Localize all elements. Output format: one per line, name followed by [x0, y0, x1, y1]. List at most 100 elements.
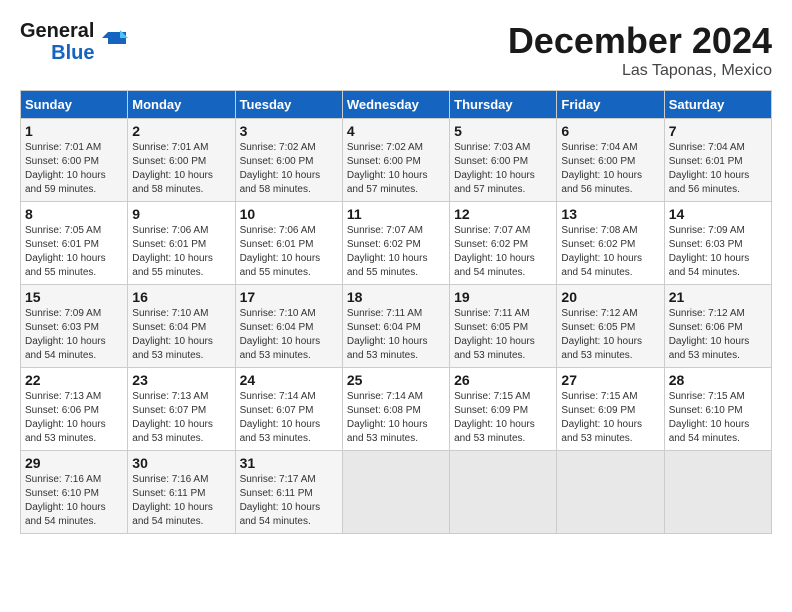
day-info: Sunrise: 7:15 AM Sunset: 6:09 PM Dayligh…: [454, 390, 552, 446]
month-title: December 2024: [508, 20, 772, 62]
day-info: Sunrise: 7:07 AM Sunset: 6:02 PM Dayligh…: [454, 224, 552, 280]
calendar-cell: 25 Sunrise: 7:14 AM Sunset: 6:08 PM Dayli…: [342, 368, 449, 451]
calendar-cell: 6Sunrise: 7:04 AM Sunset: 6:00 PM Daylig…: [557, 119, 664, 202]
calendar-cell: 27 Sunrise: 7:15 AM Sunset: 6:09 PM Dayli…: [557, 368, 664, 451]
day-number: 18: [347, 289, 445, 305]
location-title: Las Taponas, Mexico: [508, 62, 772, 80]
calendar-cell: [450, 451, 557, 534]
day-info: Sunrise: 7:10 AM Sunset: 6:04 PM Dayligh…: [240, 307, 338, 363]
day-info: Sunrise: 7:15 AM Sunset: 6:10 PM Dayligh…: [669, 390, 767, 446]
day-number: 22: [25, 372, 123, 388]
day-info: Sunrise: 7:17 AM Sunset: 6:11 PM Dayligh…: [240, 473, 338, 529]
day-info: Sunrise: 7:09 AM Sunset: 6:03 PM Dayligh…: [25, 307, 123, 363]
logo: General Blue: [20, 20, 128, 64]
title-area: December 2024 Las Taponas, Mexico: [508, 20, 772, 80]
day-number: 21: [669, 289, 767, 305]
day-info: Sunrise: 7:09 AM Sunset: 6:03 PM Dayligh…: [669, 224, 767, 280]
day-info: Sunrise: 7:14 AM Sunset: 6:08 PM Dayligh…: [347, 390, 445, 446]
day-number: 25: [347, 372, 445, 388]
logo-icon: [98, 28, 128, 56]
day-info: Sunrise: 7:03 AM Sunset: 6:00 PM Dayligh…: [454, 141, 552, 197]
logo-line1: General: [20, 20, 94, 42]
day-info: Sunrise: 7:02 AM Sunset: 6:00 PM Dayligh…: [347, 141, 445, 197]
day-number: 27: [561, 372, 659, 388]
day-number: 24: [240, 372, 338, 388]
calendar-cell: 18 Sunrise: 7:11 AM Sunset: 6:04 PM Dayli…: [342, 285, 449, 368]
calendar-cell: 11Sunrise: 7:07 AM Sunset: 6:02 PM Dayli…: [342, 202, 449, 285]
calendar-cell: 19 Sunrise: 7:11 AM Sunset: 6:05 PM Dayli…: [450, 285, 557, 368]
day-number: 7: [669, 123, 767, 139]
day-info: Sunrise: 7:01 AM Sunset: 6:00 PM Dayligh…: [25, 141, 123, 197]
calendar-cell: 14Sunrise: 7:09 AM Sunset: 6:03 PM Dayli…: [664, 202, 771, 285]
calendar-table: SundayMondayTuesdayWednesdayThursdayFrid…: [20, 90, 772, 534]
calendar-cell: 7 Sunrise: 7:04 AM Sunset: 6:01 PM Daylig…: [664, 119, 771, 202]
calendar-cell: 21 Sunrise: 7:12 AM Sunset: 6:06 PM Dayli…: [664, 285, 771, 368]
day-number: 3: [240, 123, 338, 139]
calendar-week-5: 29Sunrise: 7:16 AM Sunset: 6:10 PM Dayli…: [21, 451, 772, 534]
day-info: Sunrise: 7:16 AM Sunset: 6:10 PM Dayligh…: [25, 473, 123, 529]
calendar-cell: 5 Sunrise: 7:03 AM Sunset: 6:00 PM Daylig…: [450, 119, 557, 202]
calendar-cell: 8Sunrise: 7:05 AM Sunset: 6:01 PM Daylig…: [21, 202, 128, 285]
day-info: Sunrise: 7:06 AM Sunset: 6:01 PM Dayligh…: [240, 224, 338, 280]
day-number: 9: [132, 206, 230, 222]
calendar-cell: 1 Sunrise: 7:01 AM Sunset: 6:00 PM Daylig…: [21, 119, 128, 202]
day-number: 28: [669, 372, 767, 388]
day-info: Sunrise: 7:13 AM Sunset: 6:07 PM Dayligh…: [132, 390, 230, 446]
calendar-cell: [557, 451, 664, 534]
day-number: 1: [25, 123, 123, 139]
calendar-cell: [342, 451, 449, 534]
day-header-saturday: Saturday: [664, 91, 771, 119]
day-info: Sunrise: 7:07 AM Sunset: 6:02 PM Dayligh…: [347, 224, 445, 280]
day-number: 23: [132, 372, 230, 388]
day-info: Sunrise: 7:12 AM Sunset: 6:06 PM Dayligh…: [669, 307, 767, 363]
day-info: Sunrise: 7:06 AM Sunset: 6:01 PM Dayligh…: [132, 224, 230, 280]
day-number: 17: [240, 289, 338, 305]
calendar-cell: 30Sunrise: 7:16 AM Sunset: 6:11 PM Dayli…: [128, 451, 235, 534]
calendar-cell: 29Sunrise: 7:16 AM Sunset: 6:10 PM Dayli…: [21, 451, 128, 534]
day-number: 12: [454, 206, 552, 222]
day-number: 8: [25, 206, 123, 222]
calendar-cell: 23 Sunrise: 7:13 AM Sunset: 6:07 PM Dayli…: [128, 368, 235, 451]
day-number: 15: [25, 289, 123, 305]
calendar-week-4: 22 Sunrise: 7:13 AM Sunset: 6:06 PM Dayli…: [21, 368, 772, 451]
calendar-cell: 22 Sunrise: 7:13 AM Sunset: 6:06 PM Dayli…: [21, 368, 128, 451]
calendar-cell: 13 Sunrise: 7:08 AM Sunset: 6:02 PM Dayli…: [557, 202, 664, 285]
calendar-cell: 16 Sunrise: 7:10 AM Sunset: 6:04 PM Dayli…: [128, 285, 235, 368]
calendar-cell: 3 Sunrise: 7:02 AM Sunset: 6:00 PM Daylig…: [235, 119, 342, 202]
calendar-cell: 10 Sunrise: 7:06 AM Sunset: 6:01 PM Dayli…: [235, 202, 342, 285]
day-info: Sunrise: 7:11 AM Sunset: 6:05 PM Dayligh…: [454, 307, 552, 363]
calendar-cell: 28 Sunrise: 7:15 AM Sunset: 6:10 PM Dayli…: [664, 368, 771, 451]
calendar-week-1: 1 Sunrise: 7:01 AM Sunset: 6:00 PM Daylig…: [21, 119, 772, 202]
day-info: Sunrise: 7:14 AM Sunset: 6:07 PM Dayligh…: [240, 390, 338, 446]
calendar-cell: [664, 451, 771, 534]
day-info: Sunrise: 7:02 AM Sunset: 6:00 PM Dayligh…: [240, 141, 338, 197]
calendar-cell: 17 Sunrise: 7:10 AM Sunset: 6:04 PM Dayli…: [235, 285, 342, 368]
calendar-cell: 20Sunrise: 7:12 AM Sunset: 6:05 PM Dayli…: [557, 285, 664, 368]
day-info: Sunrise: 7:15 AM Sunset: 6:09 PM Dayligh…: [561, 390, 659, 446]
day-number: 10: [240, 206, 338, 222]
day-number: 13: [561, 206, 659, 222]
page-header: General Blue December 2024 Las Taponas, …: [20, 20, 772, 80]
day-header-tuesday: Tuesday: [235, 91, 342, 119]
day-info: Sunrise: 7:16 AM Sunset: 6:11 PM Dayligh…: [132, 473, 230, 529]
day-info: Sunrise: 7:08 AM Sunset: 6:02 PM Dayligh…: [561, 224, 659, 280]
day-info: Sunrise: 7:13 AM Sunset: 6:06 PM Dayligh…: [25, 390, 123, 446]
calendar-cell: 24 Sunrise: 7:14 AM Sunset: 6:07 PM Dayli…: [235, 368, 342, 451]
day-header-thursday: Thursday: [450, 91, 557, 119]
day-number: 16: [132, 289, 230, 305]
day-info: Sunrise: 7:10 AM Sunset: 6:04 PM Dayligh…: [132, 307, 230, 363]
day-number: 19: [454, 289, 552, 305]
calendar-cell: 26Sunrise: 7:15 AM Sunset: 6:09 PM Dayli…: [450, 368, 557, 451]
day-info: Sunrise: 7:11 AM Sunset: 6:04 PM Dayligh…: [347, 307, 445, 363]
day-number: 4: [347, 123, 445, 139]
calendar-week-2: 8Sunrise: 7:05 AM Sunset: 6:01 PM Daylig…: [21, 202, 772, 285]
day-info: Sunrise: 7:01 AM Sunset: 6:00 PM Dayligh…: [132, 141, 230, 197]
day-number: 6: [561, 123, 659, 139]
day-header-monday: Monday: [128, 91, 235, 119]
day-info: Sunrise: 7:04 AM Sunset: 6:01 PM Dayligh…: [669, 141, 767, 197]
day-number: 31: [240, 455, 338, 471]
header-row: SundayMondayTuesdayWednesdayThursdayFrid…: [21, 91, 772, 119]
calendar-cell: 2Sunrise: 7:01 AM Sunset: 6:00 PM Daylig…: [128, 119, 235, 202]
day-header-friday: Friday: [557, 91, 664, 119]
day-number: 5: [454, 123, 552, 139]
